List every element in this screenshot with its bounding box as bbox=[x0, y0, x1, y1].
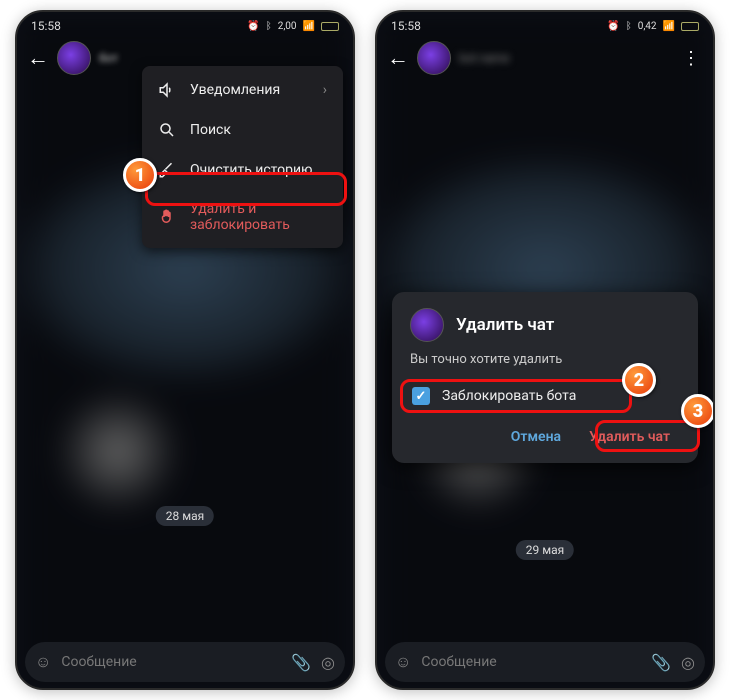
chat-title[interactable]: bot name bbox=[459, 51, 510, 65]
signal-icon: 📶 bbox=[663, 21, 675, 32]
status-bar: 15:58 ⏰ ᛒ 0,42 📶 bbox=[377, 12, 713, 36]
status-icons: ⏰ ᛒ 0,42 📶 bbox=[607, 21, 699, 32]
mic-icon[interactable]: ◎ bbox=[681, 653, 695, 672]
speaker-icon bbox=[158, 81, 176, 99]
net-speed: 2,00 bbox=[278, 21, 297, 32]
attach-icon[interactable]: 📎 bbox=[651, 653, 671, 672]
step-badge-3: 3 bbox=[681, 394, 715, 428]
emoji-icon[interactable]: ☺ bbox=[35, 652, 51, 672]
avatar[interactable] bbox=[57, 41, 91, 75]
attach-icon[interactable]: 📎 bbox=[291, 653, 311, 672]
alarm-icon: ⏰ bbox=[247, 21, 259, 32]
chevron-right-icon: › bbox=[323, 82, 327, 98]
menu-label: Поиск bbox=[190, 122, 231, 138]
menu-label: Удалить и заблокировать bbox=[190, 201, 327, 233]
avatar[interactable] bbox=[417, 41, 451, 75]
dialog-title: Удалить чат bbox=[456, 315, 554, 335]
message-input[interactable]: Сообщение bbox=[421, 654, 641, 670]
status-time: 15:58 bbox=[31, 19, 61, 33]
delete-chat-button[interactable]: Удалить чат bbox=[579, 421, 680, 453]
status-bar: 15:58 ⏰ ᛒ 2,00 📶 bbox=[17, 12, 353, 36]
phone-left: 15:58 ⏰ ᛒ 2,00 📶 ← бот Уведомления › Пои… bbox=[15, 10, 355, 690]
battery-icon bbox=[681, 22, 699, 31]
message-composer: ☺ Сообщение 📎 ◎ bbox=[25, 642, 345, 682]
chat-title[interactable]: бот bbox=[99, 51, 118, 65]
net-speed: 0,42 bbox=[638, 21, 657, 32]
menu-clear-history[interactable]: Очистить историю bbox=[142, 150, 343, 190]
checkbox-label: Заблокировать бота bbox=[442, 388, 576, 404]
alarm-icon: ⏰ bbox=[607, 21, 619, 32]
menu-label: Очистить историю bbox=[190, 162, 313, 178]
status-icons: ⏰ ᛒ 2,00 📶 bbox=[247, 21, 339, 32]
chat-header: ← bot name ⋮ bbox=[377, 36, 713, 80]
back-button[interactable]: ← bbox=[387, 45, 409, 71]
broom-icon bbox=[158, 161, 176, 179]
more-menu-button[interactable]: ⋮ bbox=[682, 48, 703, 69]
menu-delete-block[interactable]: Удалить и заблокировать bbox=[142, 190, 343, 244]
signal-icon: 📶 bbox=[303, 21, 315, 32]
message-composer: ☺ Сообщение 📎 ◎ bbox=[385, 642, 705, 682]
date-chip: 29 мая bbox=[516, 540, 574, 560]
message-input[interactable]: Сообщение bbox=[61, 654, 281, 670]
emoji-icon[interactable]: ☺ bbox=[395, 652, 411, 672]
hand-stop-icon bbox=[158, 208, 176, 226]
bluetooth-icon: ᛒ bbox=[626, 21, 632, 32]
back-button[interactable]: ← bbox=[27, 45, 49, 71]
bluetooth-icon: ᛒ bbox=[266, 21, 272, 32]
checkbox-icon[interactable]: ✓ bbox=[412, 387, 430, 405]
cancel-button[interactable]: Отмена bbox=[501, 421, 571, 453]
dialog-avatar bbox=[410, 308, 444, 342]
context-menu: Уведомления › Поиск Очистить историю Уда… bbox=[142, 66, 343, 248]
date-chip: 28 мая bbox=[156, 506, 214, 526]
menu-label: Уведомления bbox=[190, 82, 280, 98]
mic-icon[interactable]: ◎ bbox=[321, 653, 335, 672]
status-time: 15:58 bbox=[391, 19, 421, 33]
search-icon bbox=[158, 121, 176, 139]
phone-right: 15:58 ⏰ ᛒ 0,42 📶 ← bot name ⋮ Удалить ча… bbox=[375, 10, 715, 690]
step-badge-2: 2 bbox=[622, 363, 656, 397]
battery-icon bbox=[321, 22, 339, 31]
step-badge-1: 1 bbox=[123, 158, 157, 192]
menu-notifications[interactable]: Уведомления › bbox=[142, 70, 343, 110]
menu-search[interactable]: Поиск bbox=[142, 110, 343, 150]
